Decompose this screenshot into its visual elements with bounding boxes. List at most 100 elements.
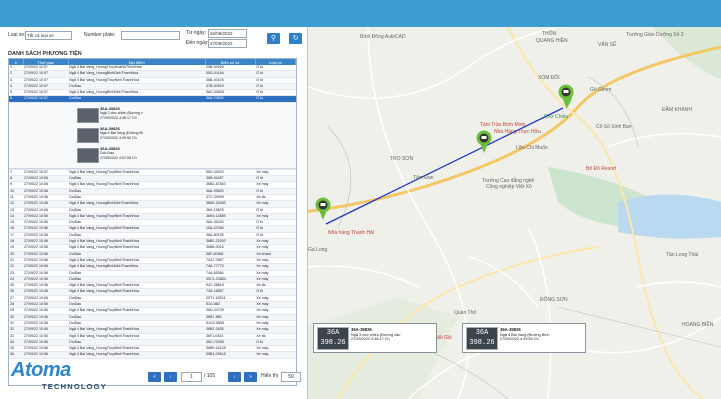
map-label: Bình Đông AutoCAD xyxy=(360,34,406,40)
plate-input[interactable] xyxy=(121,31,180,40)
map-card-text: 36A-39826 Ngã 4 Bai Vang (Đường Bình 27/09… xyxy=(500,327,550,342)
double-chevron-left-icon: « xyxy=(153,374,156,380)
filter-bar: Loại xe: Tất cả loại xe Number plate: Từ… xyxy=(8,29,304,50)
table-body: 1 27/09/22 10:57 Ngã 4 Bai Vang_HuongThuyH… xyxy=(9,65,296,359)
map-label: Cổ Số Sinh Bạn xyxy=(596,124,632,130)
detail-text: 36A-39826 Ngã 3 chợ chiều (Đường v 27/09/2… xyxy=(100,105,143,120)
map-label: Tâm Đan xyxy=(413,175,434,181)
table-row[interactable]: 36 27/09/22 10:56 Ngã 4 Bai Vang_HuongThuy… xyxy=(9,351,296,359)
per-page-label: Hiển thị xyxy=(261,373,278,379)
plate-thumbnail: 36A 398.26 xyxy=(466,327,498,350)
vehicle-type-select[interactable]: Tất cả loại xe xyxy=(25,31,72,40)
table-cell: 55B1-09618 xyxy=(205,351,256,359)
prev-page-button[interactable]: ‹ xyxy=(164,372,177,382)
plate-thumbnail: 36A 398.26 xyxy=(317,327,349,350)
detail-card[interactable]: 36A-39826 Ngã 4 Bai Vang (Đường Bi 27/09/2… xyxy=(77,125,167,143)
vehicle-table-container[interactable]: # Thời gian Địa điểm Biển số xe Loại xe 1 27/… xyxy=(8,58,297,386)
search-button[interactable]: ⚲ xyxy=(267,33,280,44)
search-icon: ⚲ xyxy=(270,35,277,42)
refresh-button[interactable]: ↻ xyxy=(289,33,302,44)
vehicle-type-label: Loại xe: xyxy=(8,32,26,38)
map-label: TRỌ SƠN xyxy=(390,156,414,162)
map-info-card[interactable]: 36A 398.26 36A-39826 Ngã 3 chợ chiều (Đường… xyxy=(313,323,437,353)
vehicle-table: # Thời gian Địa điểm Biển số xe Loại xe 1 27/… xyxy=(9,59,296,359)
map-label: Nhà Hàng Thực Hữu xyxy=(494,129,541,135)
per-page-select[interactable]: 50 xyxy=(281,372,301,382)
detail-card[interactable]: 36A-39826 Ngã 3 chợ chiều (Đường v 27/09/2… xyxy=(77,105,167,123)
top-header-bar xyxy=(0,0,721,27)
map-label: ĐÔNG SƠN xyxy=(540,297,568,303)
page-number-input[interactable]: 1 xyxy=(181,372,202,382)
detail-location: Ngã 4 Bai Vang (Đường Bi xyxy=(100,131,143,136)
chevron-right-icon: › xyxy=(233,374,236,380)
detail-time: 27/09/2022 4:49:50 Ch xyxy=(100,135,137,140)
to-date-input[interactable]: 27/09/2022 xyxy=(208,39,247,48)
map-label: THÔN xyxy=(542,31,557,37)
plate-label: Number plate: xyxy=(84,32,116,38)
map-label: HOÀNG BIỀN xyxy=(682,322,714,328)
detail-plate: 36A-39826 xyxy=(100,145,120,151)
table-cell: 27/09/22 10:56 xyxy=(23,351,69,359)
first-page-button[interactable]: « xyxy=(148,372,161,382)
map-label: Ga Long xyxy=(308,247,328,253)
plate-image-line: 36A xyxy=(326,329,340,337)
plate-image-line: 398.26 xyxy=(320,339,346,347)
last-page-button[interactable]: » xyxy=(244,372,257,382)
map-label: Công nghiệp Việt Xô xyxy=(486,184,532,190)
map-card-plate: 36A-39826 xyxy=(351,327,372,332)
logo-brand: Atoma xyxy=(11,359,71,381)
map-card-location: Ngã 4 Bai Vang (Đường Bình xyxy=(500,332,550,337)
plate-image-line: 398.26 xyxy=(469,339,495,347)
detail-location: Ngã 3 chợ chiều (Đường v xyxy=(100,111,143,116)
detail-text: 36A-39826 Ngã 4 Bai Vang (Đường Bi 27/09/2… xyxy=(100,125,143,140)
map-label: Chợ Chiều xyxy=(544,114,569,120)
map-view[interactable]: Bình Đông AutoCAD THÔN QUANG HIỀN VÂN SẾ Trư… xyxy=(308,27,721,399)
page-total: / 105 xyxy=(204,373,216,379)
plate-thumbnail xyxy=(77,127,99,143)
chevron-left-icon: ‹ xyxy=(169,374,172,380)
plate-thumbnail xyxy=(77,147,99,163)
plate-thumbnail xyxy=(77,107,99,123)
map-info-card[interactable]: 36A 398.26 36A-39826 Ngã 4 Bai Vang (Đường … xyxy=(462,323,586,353)
map-card-text: 36A-39826 Ngã 3 chợ chiều (Đường câu 27/09… xyxy=(351,327,401,342)
map-card-location: Ngã 3 chợ chiều (Đường câu xyxy=(351,332,401,337)
from-date-input[interactable]: 26/09/2022 xyxy=(208,29,247,38)
map-label: XÓM ĐÔI xyxy=(538,75,560,81)
detail-time: 27/09/2022 4:48:17 Ch xyxy=(100,115,137,120)
table-cell: Ngã 4 Bai Vang_HuongThuyNinhThanhHoa xyxy=(68,351,205,359)
detail-card[interactable]: 36A-39826 Dốc Đau 27/09/2022 4:57:08 Ch xyxy=(77,145,167,163)
detail-plate: 36A-39826 xyxy=(100,105,120,111)
pagination: « ‹ 1 / 105 › » Hiển thị 50 xyxy=(148,372,306,383)
map-label: VÂN SẾ xyxy=(598,42,617,48)
map-card-time: 27/09/2022 4:48:17 Ch xyxy=(351,337,390,342)
logo-subtitle: TECHNOLOGY xyxy=(42,382,107,391)
company-logo: Atoma TECHNOLOGY xyxy=(11,359,106,391)
map-label: QUANG HIỀN xyxy=(536,38,568,44)
map-label: Tân Long Thái xyxy=(666,252,699,258)
refresh-icon: ↻ xyxy=(292,35,299,42)
detail-time: 27/09/2022 4:57:08 Ch xyxy=(100,155,137,160)
row-detail: 36A-39826 Ngã 3 chợ chiều (Đường v 27/09/2… xyxy=(9,102,296,170)
from-date-label: Từ ngày: xyxy=(186,30,207,36)
map-label: Bộ Đồ Resort xyxy=(586,166,617,172)
map-label: Lữa Chi Muốn xyxy=(516,145,548,151)
detail-text: 36A-39826 Dốc Đau 27/09/2022 4:57:08 Ch xyxy=(100,145,137,160)
next-page-button[interactable]: › xyxy=(228,372,241,382)
to-date-label: Đến ngày: xyxy=(186,40,209,46)
detail-location: Dốc Đau xyxy=(100,151,114,156)
table-cell: Xe máy xyxy=(255,351,296,359)
map-label: ĐẦM KHÁNH xyxy=(662,107,693,113)
map-label: Trường Giáo Dưỡng Số 2 xyxy=(626,32,684,38)
map-card-time: 27/09/2022 4:49:50 Ch xyxy=(500,337,539,342)
map-label: Tâm Trần Bình Minh xyxy=(480,122,526,128)
detail-plate: 36A-39826 xyxy=(100,125,120,131)
table-cell: 36 xyxy=(9,351,24,359)
double-chevron-right-icon: » xyxy=(249,374,252,380)
left-panel: Loại xe: Tất cả loại xe Number plate: Từ… xyxy=(0,27,308,399)
list-title: DANH SÁCH PHƯƠNG TIỆN xyxy=(8,51,82,57)
map-card-plate: 36A-39826 xyxy=(500,327,521,332)
plate-image-line: 36A xyxy=(475,329,489,337)
map-label: Quán Thố xyxy=(454,310,477,316)
map-label: Gò Gimm xyxy=(590,87,612,93)
map-label: Nhà hàng Thanh Hải xyxy=(328,230,375,236)
